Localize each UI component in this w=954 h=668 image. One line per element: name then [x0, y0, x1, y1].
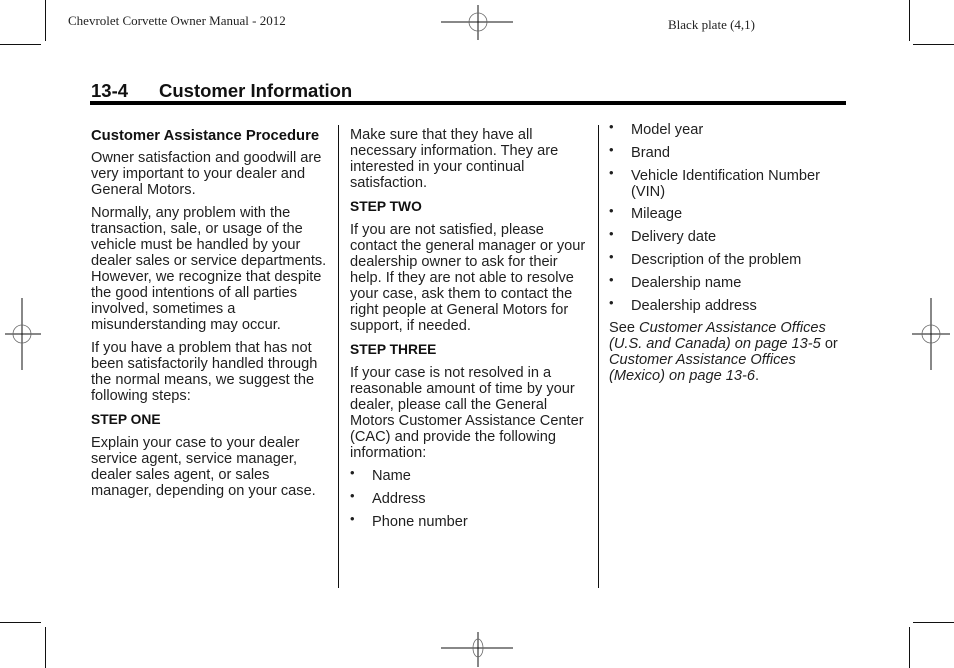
paragraph: Make sure that they have all necessary i… — [350, 127, 559, 191]
running-head-manual-title: Chevrolet Corvette Owner Manual - 2012 — [68, 13, 286, 28]
bullet-icon: • — [350, 510, 355, 526]
section-title: Customer Information — [159, 80, 353, 101]
registration-mark-right-icon — [912, 297, 952, 371]
bullet-icon: • — [609, 141, 614, 157]
step-three-heading: STEP THREE — [350, 342, 437, 357]
bullet-icon: • — [350, 487, 355, 503]
list-item: • Mileage — [609, 203, 683, 223]
step-one-heading: STEP ONE — [91, 412, 161, 427]
list-item: • Brand — [609, 141, 670, 161]
required-info-list-continued: • Model year • Brand • Vehicle Identificati… — [609, 119, 844, 314]
list-item: • Vehicle Identification Number (VIN) — [609, 164, 821, 200]
see-also-paragraph: See Customer Assistance Offices (U.S. an… — [609, 320, 838, 385]
list-item: • Phone number — [350, 510, 468, 530]
step-two-heading: STEP TWO — [350, 199, 422, 214]
section-header: 13-4 Customer Information — [91, 80, 352, 102]
list-item: • Name — [350, 465, 411, 484]
bullet-icon: • — [609, 271, 614, 287]
section-header-rule — [90, 101, 846, 105]
crop-mark-bottom-right-vertical — [909, 627, 910, 668]
bullet-icon: • — [609, 226, 614, 242]
section-number: 13-4 — [91, 80, 129, 101]
bullet-icon: • — [609, 248, 614, 264]
bullet-icon: • — [609, 119, 614, 134]
paragraph: If you have a problem that has not been … — [91, 340, 318, 404]
bullet-icon: • — [609, 203, 614, 219]
column-3: • Model year • Brand • Vehicle Identificati… — [609, 119, 844, 391]
crop-mark-bottom-left-horizontal — [0, 622, 41, 623]
column-divider — [338, 125, 339, 588]
crop-mark-top-left-vertical — [45, 0, 46, 41]
subsection-heading: Customer Assistance Procedure — [91, 128, 320, 144]
crop-mark-bottom-right-horizontal — [913, 622, 954, 623]
step-two-text: If you are not satisfied, please contact… — [350, 222, 586, 334]
step-three-text: If your case is not resolved in a reason… — [350, 365, 584, 461]
list-item: • Delivery date — [609, 226, 717, 246]
column-2: Make sure that they have all necessary i… — [350, 127, 592, 536]
crop-mark-top-right-vertical — [909, 0, 910, 41]
list-item: • Model year — [609, 119, 704, 138]
registration-mark-left-icon — [4, 297, 44, 371]
bullet-icon: • — [609, 294, 614, 310]
paragraph: Owner satisfaction and goodwill are very… — [91, 150, 322, 198]
cross-reference-link[interactable]: Customer Assistance Offices (U.S. and Ca… — [609, 320, 826, 352]
list-item: • Dealership name — [609, 271, 742, 291]
registration-mark-bottom-icon — [441, 632, 515, 668]
column-1: Customer Assistance Procedure Owner sati… — [91, 127, 331, 506]
bullet-icon: • — [609, 164, 614, 180]
registration-mark-top-icon — [441, 4, 515, 40]
bullet-icon: • — [350, 465, 355, 480]
crop-mark-top-left-horizontal — [0, 44, 41, 45]
step-one-text: Explain your case to your dealer service… — [91, 435, 316, 499]
list-item: • Address — [350, 487, 426, 507]
crop-mark-bottom-left-vertical — [45, 627, 46, 668]
list-item: • Description of the problem — [609, 248, 802, 268]
list-item: • Dealership address — [609, 294, 757, 314]
column-divider — [598, 125, 599, 588]
required-info-list: • Name • Address • Phone number — [350, 465, 592, 530]
crop-mark-top-right-horizontal — [913, 44, 954, 45]
cross-reference-link[interactable]: Customer Assistance Offices (Mexico) on … — [609, 352, 796, 384]
running-head-plate-info: Black plate (4,1) — [668, 17, 755, 32]
paragraph: Normally, any problem with the transacti… — [91, 205, 327, 333]
